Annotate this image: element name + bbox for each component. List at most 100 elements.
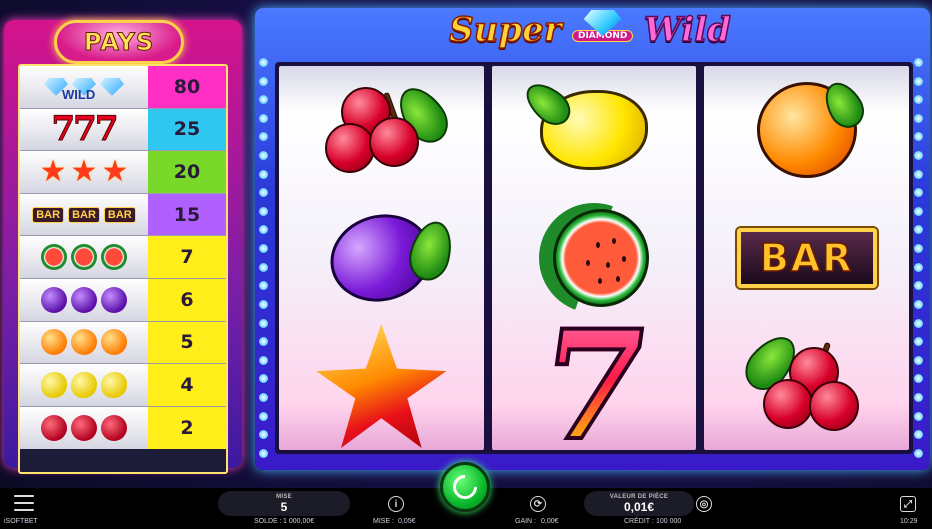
light-bulb: [259, 169, 268, 179]
paytable-title: PAYS: [83, 28, 155, 57]
watermelon-symbol-icon: [20, 236, 148, 278]
bar-symbol-icon: BAR BAR BAR: [20, 193, 148, 236]
bar-icon: BAR: [68, 206, 100, 223]
seed: [612, 238, 616, 244]
paytable-row-cherry: 2: [20, 406, 226, 450]
credit-value: 100 000: [656, 518, 682, 525]
light-bulb: [259, 58, 268, 67]
reel-1: [279, 66, 484, 450]
light-bulb: [259, 374, 268, 384]
cherry-icon: [101, 415, 127, 442]
light-bulb: [914, 299, 923, 309]
cherry-symbol: [736, 327, 877, 441]
paytable-row-orange: 5: [20, 321, 226, 365]
light-bulb: [914, 337, 923, 347]
cherry-icon: [41, 415, 67, 442]
payout-value: 7: [148, 236, 226, 278]
total-bet-label: MISE :: [373, 518, 395, 525]
bar-label: BAR: [759, 235, 854, 281]
credit-label: CRÉDIT :: [624, 518, 654, 525]
star-icon: ★: [101, 154, 129, 188]
light-bulb: [259, 411, 268, 421]
expand-icon[interactable]: ⤢: [900, 496, 916, 512]
light-bulb: [259, 188, 268, 198]
seven-symbol: 7: [524, 296, 664, 476]
payout-value: 80: [148, 66, 226, 108]
provider-logo: iSOFTBET: [4, 518, 38, 525]
wild-label: WILD: [62, 86, 96, 102]
diamond-icon: [100, 77, 124, 96]
light-bulb: [914, 448, 923, 458]
bet-selector[interactable]: MISE 5: [218, 491, 350, 516]
seed: [622, 256, 626, 262]
light-bulb: [914, 95, 923, 105]
light-bulb: [259, 262, 268, 272]
light-bulb: [259, 299, 268, 309]
watermelon-symbol: [524, 203, 664, 313]
logo-wild-text: Wild: [643, 9, 732, 51]
light-bulb: [914, 411, 923, 421]
bar-icon: BAR: [736, 228, 877, 288]
reel-2: 7: [491, 66, 697, 476]
light-bulb: [914, 151, 923, 161]
paytable-row-seven: 777 25: [20, 108, 226, 152]
balance-label: SOLDE :: [254, 518, 282, 525]
orange-symbol-icon: [20, 321, 148, 364]
payout-value: 4: [148, 364, 226, 406]
star-symbol: [311, 324, 451, 448]
autoplay-icon[interactable]: ⟳: [530, 496, 546, 512]
light-bulb: [259, 132, 268, 142]
coin-value: 0,01€: [623, 499, 655, 514]
spin-button[interactable]: [440, 462, 490, 512]
light-bulb: [914, 113, 923, 123]
plum-icon: [71, 286, 97, 313]
seed: [586, 260, 590, 266]
light-bulb: [259, 448, 268, 458]
control-bar-top: MISE 5 i ⟳ VALEUR DE PIÈCE 0,01€ ◎ ⤢: [0, 462, 932, 518]
light-bulb: [259, 206, 268, 216]
cherry-symbol-icon: [20, 406, 148, 450]
light-bulb: [259, 281, 268, 291]
light-bulb: [914, 132, 923, 142]
seven-label: 777: [51, 109, 119, 150]
star-symbol-icon: ★ ★ ★: [20, 151, 148, 193]
reels-area: 7 BAR: [275, 62, 913, 476]
win-label: GAIN :: [515, 518, 537, 525]
light-bulb: [914, 244, 923, 254]
light-bulb: [259, 355, 268, 365]
paytable-row-lemon: 4: [20, 364, 226, 407]
cherry-icon: [71, 415, 97, 442]
menu-icon[interactable]: [14, 495, 34, 511]
paytable-panel: PAYS WILD 80 777 25 ★ ★ ★ 20 BAR BAR BAR…: [4, 20, 242, 474]
coins-icon[interactable]: ◎: [696, 496, 712, 512]
info-icon[interactable]: i: [388, 496, 404, 512]
win-value: 0,00€: [541, 518, 559, 525]
watermelon-icon: [41, 244, 67, 271]
light-bulb: [914, 430, 923, 440]
lemon-icon: [101, 371, 127, 398]
light-bulb: [259, 430, 268, 440]
watermelon-icon: [101, 244, 127, 271]
light-bulb: [259, 95, 268, 105]
paytable-row-star: ★ ★ ★ 20: [20, 151, 226, 194]
bar-icon: BAR: [103, 206, 136, 223]
lemon-symbol: [518, 75, 664, 185]
plum-symbol: [311, 203, 459, 313]
watermelon-flesh: [553, 209, 649, 307]
orange-icon: [41, 329, 67, 356]
bar-symbol: BAR: [736, 203, 877, 313]
plum-icon: [41, 286, 67, 313]
light-bulb: [914, 169, 923, 179]
star-icon: ★: [39, 154, 67, 188]
left-light-strip: [259, 58, 271, 458]
payout-value: 5: [148, 321, 226, 364]
cherry-icon: [369, 117, 420, 167]
coin-value-selector[interactable]: VALEUR DE PIÈCE 0,01€: [584, 491, 694, 516]
light-bulb: [914, 281, 923, 291]
payout-value: 25: [148, 108, 226, 151]
light-bulb: [259, 225, 268, 235]
payout-value: 6: [148, 278, 226, 321]
seven-symbol-icon: 777: [20, 108, 148, 151]
light-bulb: [914, 225, 923, 235]
paytable-row-plum: 6: [20, 278, 226, 322]
